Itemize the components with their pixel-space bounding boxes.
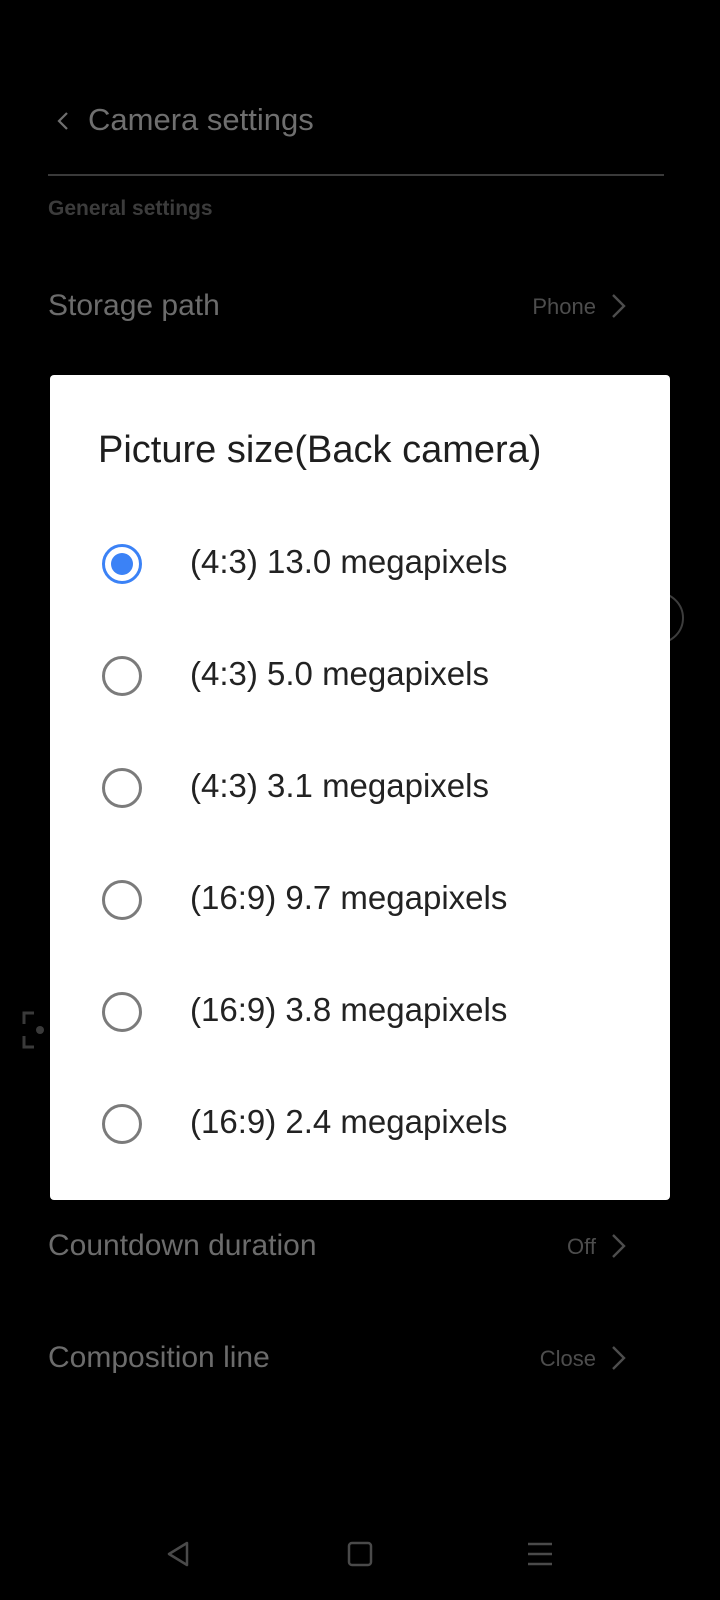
- page-title: Camera settings: [88, 102, 314, 137]
- back-button[interactable]: [48, 106, 78, 136]
- radio-button[interactable]: [102, 768, 142, 808]
- picture-size-option[interactable]: (4:3) 13.0 megapixels: [50, 508, 670, 620]
- setting-label: Storage path: [48, 289, 220, 322]
- option-label: (16:9) 2.4 megapixels: [190, 1103, 508, 1140]
- option-label: (4:3) 13.0 megapixels: [190, 543, 508, 580]
- option-label: (4:3) 3.1 megapixels: [190, 767, 489, 804]
- radio-button[interactable]: [102, 656, 142, 696]
- setting-value: Phone: [532, 294, 596, 319]
- picture-size-option[interactable]: (16:9) 9.7 megapixels: [50, 844, 670, 956]
- focus-frame-icon: [22, 1011, 44, 1049]
- setting-row-countdown-duration[interactable]: Countdown duration Off: [48, 1217, 648, 1277]
- system-nav-bar: [0, 1520, 720, 1600]
- nav-home-icon: [347, 1541, 373, 1567]
- chevron-right-icon: [612, 294, 626, 318]
- nav-home-button[interactable]: [340, 1534, 380, 1574]
- chevron-right-icon: [612, 1234, 626, 1258]
- radio-button[interactable]: [102, 1104, 142, 1144]
- nav-back-button[interactable]: [158, 1534, 198, 1574]
- section-title-general: General settings: [48, 197, 213, 220]
- nav-menu-icon: [528, 1542, 552, 1566]
- chevron-right-icon: [612, 1346, 626, 1370]
- radio-button-selected[interactable]: [102, 544, 142, 584]
- picture-size-option[interactable]: (4:3) 3.1 megapixels: [50, 732, 670, 844]
- header: Camera settings: [48, 90, 664, 176]
- setting-row-storage-path[interactable]: Storage path Phone: [48, 277, 648, 337]
- chevron-left-icon: [57, 112, 68, 130]
- setting-value: Off: [567, 1234, 596, 1259]
- setting-row-composition-line[interactable]: Composition line Close: [48, 1329, 648, 1389]
- picture-size-option[interactable]: (4:3) 5.0 megapixels: [50, 620, 670, 732]
- option-label: (16:9) 9.7 megapixels: [190, 879, 508, 916]
- dialog-title: Picture size(Back camera): [98, 429, 542, 471]
- picture-size-option[interactable]: (16:9) 3.8 megapixels: [50, 956, 670, 1068]
- setting-label: Countdown duration: [48, 1229, 317, 1262]
- option-label: (16:9) 3.8 megapixels: [190, 991, 508, 1028]
- setting-label: Composition line: [48, 1341, 270, 1374]
- picture-size-option[interactable]: (16:9) 2.4 megapixels: [50, 1068, 670, 1180]
- screen: Camera settings General settings Storage…: [0, 0, 720, 1600]
- nav-back-icon: [167, 1541, 189, 1567]
- option-label: (4:3) 5.0 megapixels: [190, 655, 489, 692]
- radio-dot: [111, 553, 133, 575]
- radio-button[interactable]: [102, 992, 142, 1032]
- radio-button[interactable]: [102, 880, 142, 920]
- picture-size-dialog: Picture size(Back camera) (4:3) 13.0 meg…: [50, 375, 670, 1200]
- nav-recents-button[interactable]: [520, 1534, 560, 1574]
- setting-value: Close: [539, 1346, 596, 1371]
